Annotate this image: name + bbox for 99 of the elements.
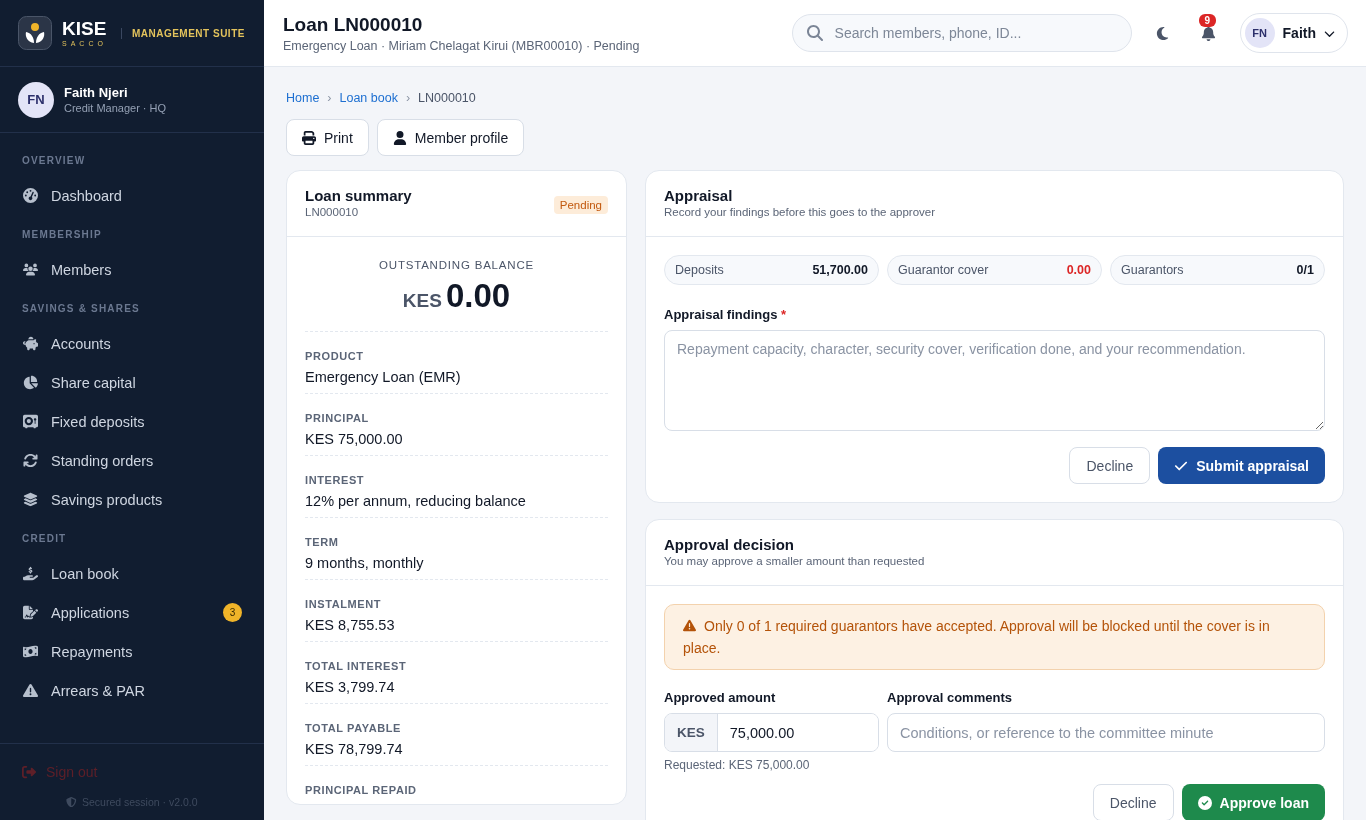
decline-button[interactable]: Decline	[1092, 784, 1174, 820]
logo-icon	[18, 16, 52, 50]
warning-icon	[683, 619, 696, 632]
card-subtitle: Record your findings before this goes to the approver	[664, 206, 936, 218]
amount-field[interactable]: KES 75,000.00	[664, 713, 879, 752]
sign-out-icon	[22, 765, 36, 779]
stat-label: Deposits	[675, 263, 724, 277]
field-value: 9 months, monthly	[305, 555, 425, 571]
nav-item[interactable]: Standing orders	[0, 441, 264, 480]
moon-icon	[1155, 25, 1171, 41]
user-role: Credit Manager · HQ	[64, 102, 167, 114]
field-value: KES 78,799.74	[305, 741, 404, 757]
search-input[interactable]: Search members, phone, ID...	[832, 24, 1117, 42]
nav-icon	[22, 453, 39, 468]
field-label: INSTALMENT	[305, 598, 383, 610]
bell-icon	[1201, 25, 1217, 41]
breadcrumb-separator: ›	[405, 91, 411, 105]
warning-message: Only 0 of 1 required guarantors have accepted. Approval will be blocked until the cover is in place.	[664, 604, 1325, 670]
check-icon	[1197, 795, 1212, 810]
stat-label: Guarantors	[1121, 263, 1184, 277]
loan-id: LN000010	[305, 206, 360, 218]
balance-label: OUTSTANDING BALANCE	[378, 258, 535, 271]
card-subtitle: You may approve a smaller amount than requested	[664, 555, 925, 567]
user-avatar: FN	[18, 81, 54, 118]
requested-note: Requested: KES 75,000.00	[664, 758, 811, 772]
card-title: Appraisal	[664, 187, 734, 204]
nav-icon	[22, 262, 39, 277]
field-label: TERM	[305, 536, 340, 548]
nav-icon	[22, 492, 39, 507]
nav-item[interactable]: Loan book	[0, 554, 264, 593]
comments-field[interactable]: Conditions, or reference to the committee minute	[887, 713, 1325, 752]
field-value: KES 8,755.53	[305, 617, 396, 633]
breadcrumb-link[interactable]: Home	[286, 91, 320, 105]
field-label: Appraisal findings *	[664, 307, 788, 322]
suite-label: MANAGEMENT SUITE	[120, 27, 245, 39]
nav-item[interactable]: Savings products	[0, 480, 264, 519]
nav-item[interactable]: Accounts	[0, 324, 264, 363]
status-badge: Pending	[553, 196, 608, 214]
nav-item[interactable]: Share capital	[0, 363, 264, 402]
nav-icon	[22, 644, 39, 659]
brand-name: KISE	[62, 19, 107, 38]
print-icon	[302, 130, 316, 145]
nav-section-title: SAVINGS & SHARES	[21, 302, 141, 316]
stat-value: 51,700.00	[812, 263, 868, 277]
findings-field[interactable]: Repayment capacity, character, security cover, verification done, and your recommendation.	[664, 330, 1325, 431]
field-value: Emergency Loan (EMR)	[305, 369, 462, 385]
nav-item[interactable]: Members	[0, 250, 264, 289]
field-label: Approved amount	[664, 690, 777, 705]
balance-currency: KES	[402, 290, 442, 312]
user-name: Faith Njeri	[64, 85, 129, 100]
breadcrumb-separator: ›	[327, 91, 332, 105]
nav-item[interactable]: Fixed deposits	[0, 402, 264, 441]
user-menu[interactable]: FN Faith	[1239, 13, 1348, 53]
field-label: PRODUCT	[305, 350, 365, 362]
card-title: Approval decision	[664, 536, 796, 553]
balance-amount: 0.00	[445, 277, 511, 315]
field-label: PRINCIPAL REPAID	[305, 784, 418, 796]
nav-item[interactable]: Dashboard	[0, 176, 264, 215]
field-label: TOTAL PAYABLE	[305, 722, 403, 734]
nav-section-title: OVERVIEW	[21, 154, 87, 168]
count-badge: 3	[223, 603, 242, 622]
user-avatar: FN	[1244, 18, 1275, 48]
nav-icon	[22, 605, 39, 620]
page-subtitle: Emergency Loan · Miriam Chelagat Kirui (MBR00010) · Pending	[283, 38, 640, 53]
nav-item[interactable]: Arrears & PAR	[0, 671, 264, 710]
field-label: Approval comments	[887, 690, 1013, 705]
submit-button[interactable]: Submit appraisal	[1158, 447, 1325, 484]
field-value: 12% per annum, reducing balance	[305, 493, 527, 509]
card-title: Loan summary	[305, 187, 412, 204]
nav-item[interactable]: Repayments	[0, 632, 264, 671]
breadcrumb-link[interactable]: Loan book	[339, 91, 398, 105]
nav-section-title: MEMBERSHIP	[21, 228, 103, 242]
notification-count: 9	[1198, 14, 1217, 27]
field-value: KES 3,799.74	[305, 679, 396, 695]
breadcrumb-link[interactable]: LN000010	[418, 91, 476, 105]
field-label: INTEREST	[305, 474, 366, 486]
shield-icon	[66, 796, 77, 808]
field-label: PRINCIPAL	[305, 412, 370, 424]
print-button[interactable]: Print	[286, 119, 369, 156]
nav-icon	[22, 683, 39, 698]
search-icon	[806, 25, 823, 41]
nav-icon	[22, 336, 39, 351]
stat-value: 0.00	[1066, 263, 1091, 277]
stat-label: Guarantor cover	[898, 263, 989, 277]
field-label: TOTAL INTEREST	[305, 660, 408, 672]
nav-item[interactable]: Applications 3	[0, 593, 264, 632]
field-value: KES 75,000.00	[305, 431, 404, 447]
nav-icon	[22, 566, 39, 581]
user-icon	[392, 130, 407, 145]
search-field[interactable]: Search members, phone, ID...	[791, 14, 1132, 52]
nav-icon	[22, 375, 39, 390]
member-profile-button[interactable]: Member profile	[376, 119, 525, 156]
page-title: Loan LN000010	[283, 13, 424, 36]
nav-icon	[22, 414, 39, 429]
stat-value: 0/1	[1296, 263, 1314, 277]
decline-button[interactable]: Decline	[1069, 447, 1151, 484]
nav-section-title: CREDIT	[21, 532, 68, 546]
approve-button[interactable]: Approve loan	[1181, 784, 1325, 820]
nav-icon	[22, 188, 39, 203]
